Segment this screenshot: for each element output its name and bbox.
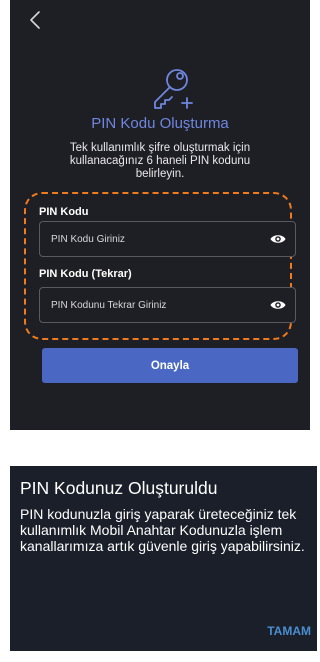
- pin-repeat-label: PIN Kodu (Tekrar): [39, 268, 132, 280]
- dialog-message: PIN kodunuzla giriş yaparak üreteceğiniz…: [20, 506, 305, 554]
- pin-repeat-input[interactable]: [40, 288, 266, 322]
- confirm-button[interactable]: Onayla: [42, 348, 298, 383]
- eye-icon[interactable]: [270, 299, 286, 311]
- chevron-left-icon[interactable]: [24, 6, 48, 34]
- page-title: PIN Kodu Oluşturma: [91, 115, 229, 132]
- pin-repeat-field[interactable]: [39, 287, 296, 323]
- eye-icon[interactable]: [270, 233, 286, 245]
- pin-field[interactable]: [39, 221, 296, 257]
- pin-label: PIN Kodu: [39, 206, 89, 218]
- success-dialog: PIN Kodunuz Oluşturuldu PIN kodunuzla gi…: [10, 466, 317, 651]
- dialog-title: PIN Kodunuz Oluşturuldu: [20, 478, 218, 498]
- page-description: Tek kullanımlık şifre oluşturmak için ku…: [69, 142, 251, 180]
- ok-button[interactable]: TAMAM: [267, 624, 311, 638]
- pin-creation-screen: PIN Kodu Oluşturma Tek kullanımlık şifre…: [10, 0, 310, 430]
- key-plus-icon: [154, 69, 193, 109]
- pin-input[interactable]: [40, 222, 266, 256]
